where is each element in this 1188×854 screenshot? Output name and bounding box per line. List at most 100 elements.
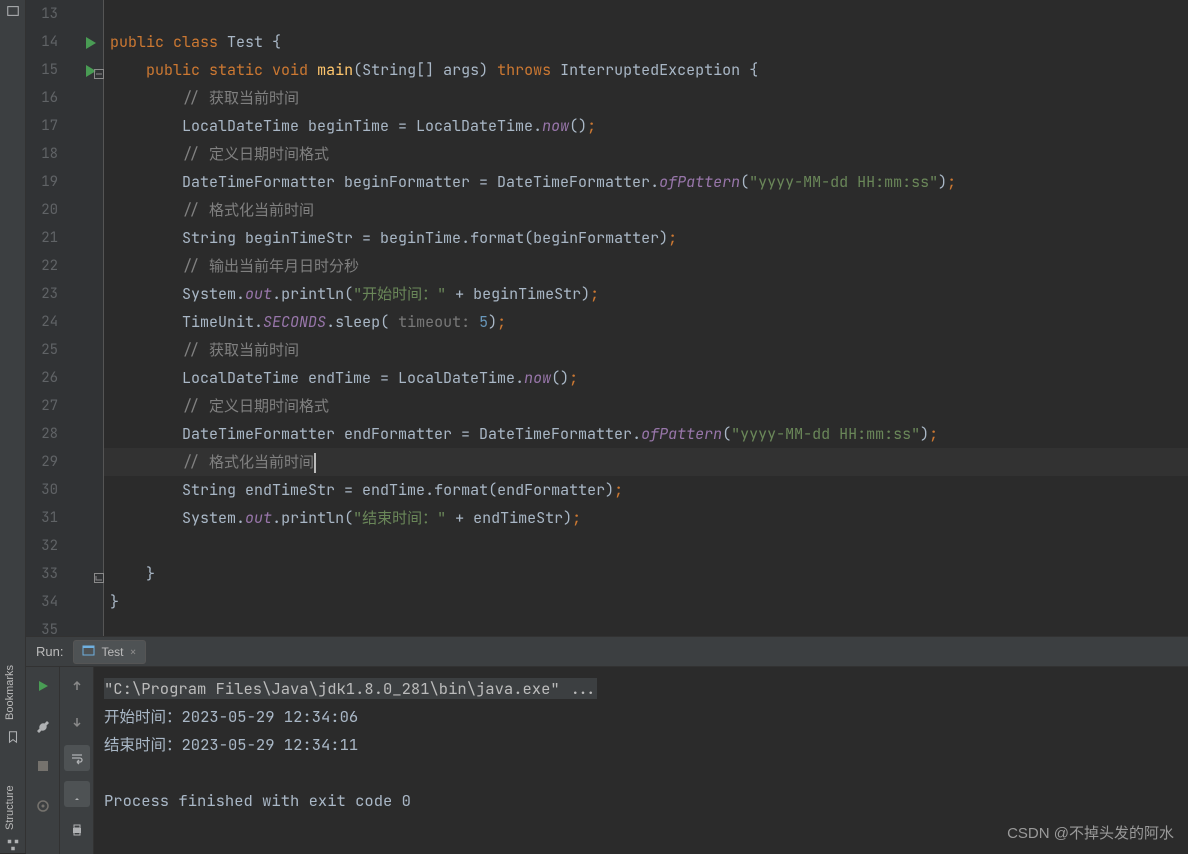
gutter-line[interactable]: 30 [26,476,103,504]
code-line[interactable]: // 定义日期时间格式 [104,392,1188,420]
gutter-line[interactable]: 17 [26,112,103,140]
code-line[interactable] [104,0,1188,28]
line-number: 28 [26,425,62,443]
gutter-line[interactable]: 15 [26,56,103,84]
project-icon[interactable] [6,4,20,18]
gutter-line[interactable]: 16 [26,84,103,112]
token: sleep [335,312,380,332]
token: println [281,284,344,304]
code-line[interactable]: // 格式化当前时间 [104,448,1188,476]
token: void [272,60,317,80]
token: public [110,32,173,52]
code-line[interactable] [104,532,1188,560]
code-line[interactable]: } [104,560,1188,588]
token: ) [479,60,497,80]
print-button[interactable] [64,817,90,843]
token: ) [920,424,929,444]
code-line[interactable]: String beginTimeStr = beginTime.format(b… [104,224,1188,252]
token: ( [488,480,497,500]
bookmark-icon[interactable] [6,730,20,744]
gutter-line[interactable]: 13 [26,0,103,28]
fold-open-icon[interactable] [94,64,104,84]
code-content[interactable]: public class Test { public static void m… [104,0,1188,636]
code-line[interactable]: // 输出当前年月日时分秒 [104,252,1188,280]
token: now [524,368,551,388]
gutter-line[interactable]: 31 [26,504,103,532]
token: Test [227,32,272,52]
stop-button[interactable] [30,753,56,779]
gutter-line[interactable]: 29 [26,448,103,476]
token: // 定义日期时间格式 [182,144,329,164]
token: ; [929,424,938,444]
token: // 格式化当前时间 [182,200,314,220]
up-button[interactable] [64,673,90,699]
token: System [182,284,236,304]
token: // 输出当前年月日时分秒 [182,256,359,276]
gutter-line[interactable]: 34 [26,588,103,616]
gutter-line[interactable]: 28 [26,420,103,448]
gutter-line[interactable]: 20 [26,196,103,224]
line-number: 27 [26,397,62,415]
run-line-icon[interactable] [86,34,96,54]
gutter-line[interactable]: 19 [26,168,103,196]
token: // 获取当前时间 [182,340,299,360]
console-command: "C:\Program Files\Java\jdk1.8.0_281\bin\… [104,678,597,699]
run-tab[interactable]: Test × [73,640,145,664]
close-icon[interactable]: × [129,644,136,660]
token: ( [353,60,362,80]
code-line[interactable]: LocalDateTime beginTime = LocalDateTime.… [104,112,1188,140]
code-line[interactable]: // 格式化当前时间 [104,196,1188,224]
gutter-line[interactable]: 24 [26,308,103,336]
gutter-line[interactable]: 18 [26,140,103,168]
code-line[interactable]: // 定义日期时间格式 [104,140,1188,168]
code-line[interactable]: DateTimeFormatter beginFormatter = DateT… [104,168,1188,196]
line-number: 15 [26,61,62,79]
code-line[interactable]: DateTimeFormatter endFormatter = DateTim… [104,420,1188,448]
code-line[interactable]: TimeUnit.SECONDS.sleep( timeout: 5); [104,308,1188,336]
token: ; [947,172,956,192]
gutter-line[interactable]: 26 [26,364,103,392]
gutter-line[interactable]: 32 [26,532,103,560]
token: beginFormatter [533,228,659,248]
structure-icon[interactable] [6,838,20,852]
gutter-line[interactable]: 23 [26,280,103,308]
gutter-line[interactable]: 22 [26,252,103,280]
code-line[interactable]: System.out.println("结束时间：" + endTimeStr)… [104,504,1188,532]
code-line[interactable]: // 获取当前时间 [104,84,1188,112]
code-line[interactable]: public static void main(String[] args) t… [104,56,1188,84]
gutter-line[interactable]: 33 [26,560,103,588]
token: ( [344,284,353,304]
code-line[interactable]: public class Test { [104,28,1188,56]
bookmarks-tab[interactable]: Bookmarks [4,665,16,720]
scroll-to-end-button[interactable] [64,781,90,807]
fold-close-icon[interactable] [94,568,104,588]
soft-wrap-button[interactable] [64,745,90,771]
token: ofPattern [641,424,722,444]
structure-tab[interactable]: Structure [4,785,16,830]
down-button[interactable] [64,709,90,735]
line-number: 33 [26,565,62,583]
gutter-line[interactable]: 14 [26,28,103,56]
code-line[interactable]: LocalDateTime endTime = LocalDateTime.no… [104,364,1188,392]
editor-gutter[interactable]: 13 14 15 1617181920212223242526 27 28 2930 31 32… [26,0,104,636]
token: SECONDS [263,312,326,332]
token: ; [572,508,581,528]
gutter-line[interactable]: 27 [26,392,103,420]
token: DateTimeFormatter endFormatter [182,424,461,444]
token: ) [581,284,590,304]
code-line[interactable]: String endTimeStr = endTime.format(endFo… [104,476,1188,504]
gutter-line[interactable]: 25 [26,336,103,364]
line-number: 14 [26,33,62,51]
code-line[interactable]: System.out.println("开始时间：" + beginTimeSt… [104,280,1188,308]
code-line[interactable]: } [104,588,1188,616]
gutter-line[interactable]: 21 [26,224,103,252]
token: LocalDateTime [398,368,515,388]
dump-threads-button[interactable] [30,793,56,819]
code-line[interactable]: // 获取当前时间 [104,336,1188,364]
token: . [632,424,641,444]
settings-button[interactable] [30,713,56,739]
line-number: 31 [26,509,62,527]
token: . [272,508,281,528]
token: 5 [479,312,488,332]
rerun-button[interactable] [30,673,56,699]
